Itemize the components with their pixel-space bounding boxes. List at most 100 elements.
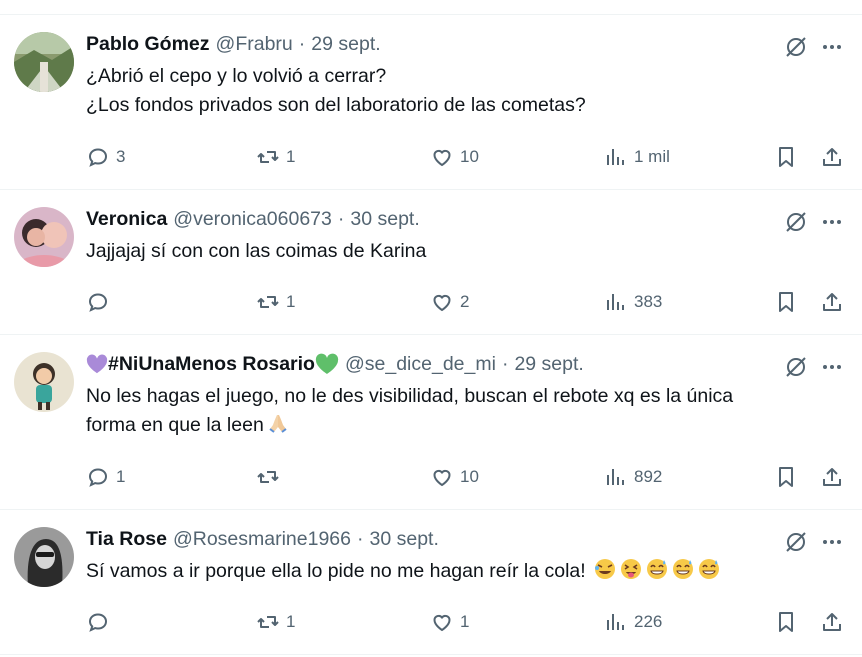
share-button[interactable] (820, 143, 844, 171)
tweet-date[interactable]: 30 sept. (350, 208, 419, 231)
bookmark-button[interactable] (774, 143, 798, 171)
tweet[interactable]: Veronica @veronica060673 · 30 sept. Jajj… (0, 190, 862, 335)
share-button[interactable] (820, 608, 844, 636)
share-icon (823, 293, 841, 311)
avatar[interactable] (14, 32, 74, 92)
retweet-button[interactable]: 1 (256, 288, 295, 316)
retweet-icon (257, 151, 279, 163)
more-icon[interactable] (820, 35, 844, 59)
views-count: 1 mil (634, 147, 670, 166)
reply-count: 3 (116, 147, 126, 166)
user-handle[interactable]: @Frabru (216, 33, 293, 56)
reply-button[interactable]: 1 (86, 463, 125, 491)
like-button[interactable]: 1 (430, 608, 469, 636)
reply-icon (88, 613, 108, 632)
tweet-text-line: ¿Los fondos privados son del laboratorio… (86, 94, 586, 116)
views-count: 892 (634, 467, 663, 486)
reply-icon (88, 468, 108, 487)
views-button[interactable]: 383 (604, 288, 662, 316)
tweet-header: #NiUnaMenos Rosario @se_dice_de_mi · 29 … (86, 352, 772, 376)
more-icon[interactable] (820, 355, 844, 379)
views-button[interactable]: 892 (604, 463, 662, 491)
retweet-icon (257, 471, 279, 483)
more-icon[interactable] (820, 530, 844, 554)
like-button[interactable]: 10 (430, 463, 479, 491)
grok-icon[interactable] (784, 35, 808, 59)
grinning-sweat-emoji (699, 559, 720, 579)
views-count: 226 (634, 612, 663, 631)
tweet-text: Sí vamos a ir porque ella lo pide no me … (86, 557, 842, 586)
purple-heart-emoji (86, 354, 108, 374)
tweet-text-line: Sí vamos a ir porque ella lo pide no me … (86, 560, 586, 582)
like-count: 2 (460, 292, 470, 311)
reply-button[interactable] (86, 288, 116, 316)
reply-count: 1 (116, 467, 126, 486)
share-icon (823, 468, 841, 486)
views-button[interactable]: 226 (604, 608, 662, 636)
heart-icon (433, 614, 451, 632)
action-bar: 3 1 10 1 mil (86, 143, 844, 171)
bookmark-icon (779, 612, 793, 632)
avatar[interactable] (14, 207, 74, 267)
display-name[interactable]: Tia Rose (86, 528, 167, 551)
reply-button[interactable]: 3 (86, 143, 125, 171)
rolling-laughing-emoji (595, 559, 616, 579)
bookmark-button[interactable] (774, 288, 798, 316)
tweet[interactable]: #NiUnaMenos Rosario @se_dice_de_mi · 29 … (0, 335, 862, 510)
views-count: 383 (634, 292, 663, 311)
bookmark-button[interactable] (774, 463, 798, 491)
analytics-icon (607, 149, 624, 165)
retweet-count: 1 (286, 612, 296, 631)
analytics-icon (607, 614, 624, 630)
user-handle[interactable]: @veronica060673 (173, 208, 332, 231)
views-button[interactable]: 1 mil (604, 143, 670, 171)
heart-icon (433, 149, 451, 167)
share-button[interactable] (820, 463, 844, 491)
grok-icon[interactable] (784, 530, 808, 554)
tweet[interactable]: Pablo Gómez @Frabru · 29 sept. ¿Abrió el… (0, 15, 862, 190)
bookmark-icon (779, 147, 793, 167)
reply-feed: Pablo Gómez @Frabru · 29 sept. ¿Abrió el… (0, 0, 862, 657)
like-count: 10 (460, 467, 479, 486)
like-button[interactable]: 2 (430, 288, 469, 316)
display-name[interactable]: Pablo Gómez (86, 33, 210, 56)
separator-dot: · (357, 527, 364, 550)
retweet-button[interactable]: 1 (256, 608, 295, 636)
grinning-sweat-emoji (673, 559, 694, 579)
heart-icon (433, 469, 451, 487)
retweet-icon (257, 616, 279, 628)
grok-icon[interactable] (784, 210, 808, 234)
tweet-date[interactable]: 30 sept. (370, 528, 439, 551)
separator-dot: · (337, 207, 345, 230)
display-name[interactable]: Veronica (86, 208, 167, 231)
tweet-date[interactable]: 29 sept. (311, 33, 380, 56)
grok-icon[interactable] (784, 355, 808, 379)
avatar[interactable] (14, 527, 74, 587)
share-icon (823, 613, 841, 631)
more-icon[interactable] (820, 210, 844, 234)
tweet-text: No les hagas el juego, no le des visibil… (86, 382, 842, 440)
bookmark-icon (779, 467, 793, 487)
tweet-text-line: No les hagas el juego, no le des visibil… (86, 385, 734, 407)
share-button[interactable] (820, 288, 844, 316)
retweet-count: 1 (286, 292, 296, 311)
share-icon (823, 148, 841, 166)
folded-hands-emoji (269, 415, 287, 433)
tweet[interactable]: Tia Rose @Rosesmarine1966 · 30 sept. Sí … (0, 510, 862, 655)
grinning-sweat-emoji (647, 559, 668, 579)
reply-button[interactable] (86, 608, 116, 636)
like-button[interactable]: 10 (430, 143, 479, 171)
tweet-date[interactable]: 29 sept. (514, 353, 583, 376)
user-handle[interactable]: @Rosesmarine1966 (173, 528, 351, 551)
bookmark-button[interactable] (774, 608, 798, 636)
squinting-tongue-emoji (621, 559, 642, 579)
avatar[interactable] (14, 352, 74, 412)
display-name[interactable]: #NiUnaMenos Rosario (108, 353, 315, 376)
tweet-header: Pablo Gómez @Frabru · 29 sept. (86, 32, 772, 56)
retweet-button[interactable]: 1 (256, 143, 295, 171)
retweet-button[interactable] (256, 463, 286, 491)
user-handle[interactable]: @se_dice_de_mi (345, 353, 496, 376)
action-bar: 1 2 383 (86, 288, 844, 316)
reply-icon (88, 148, 108, 167)
action-bar: 1 1 226 (86, 608, 844, 636)
